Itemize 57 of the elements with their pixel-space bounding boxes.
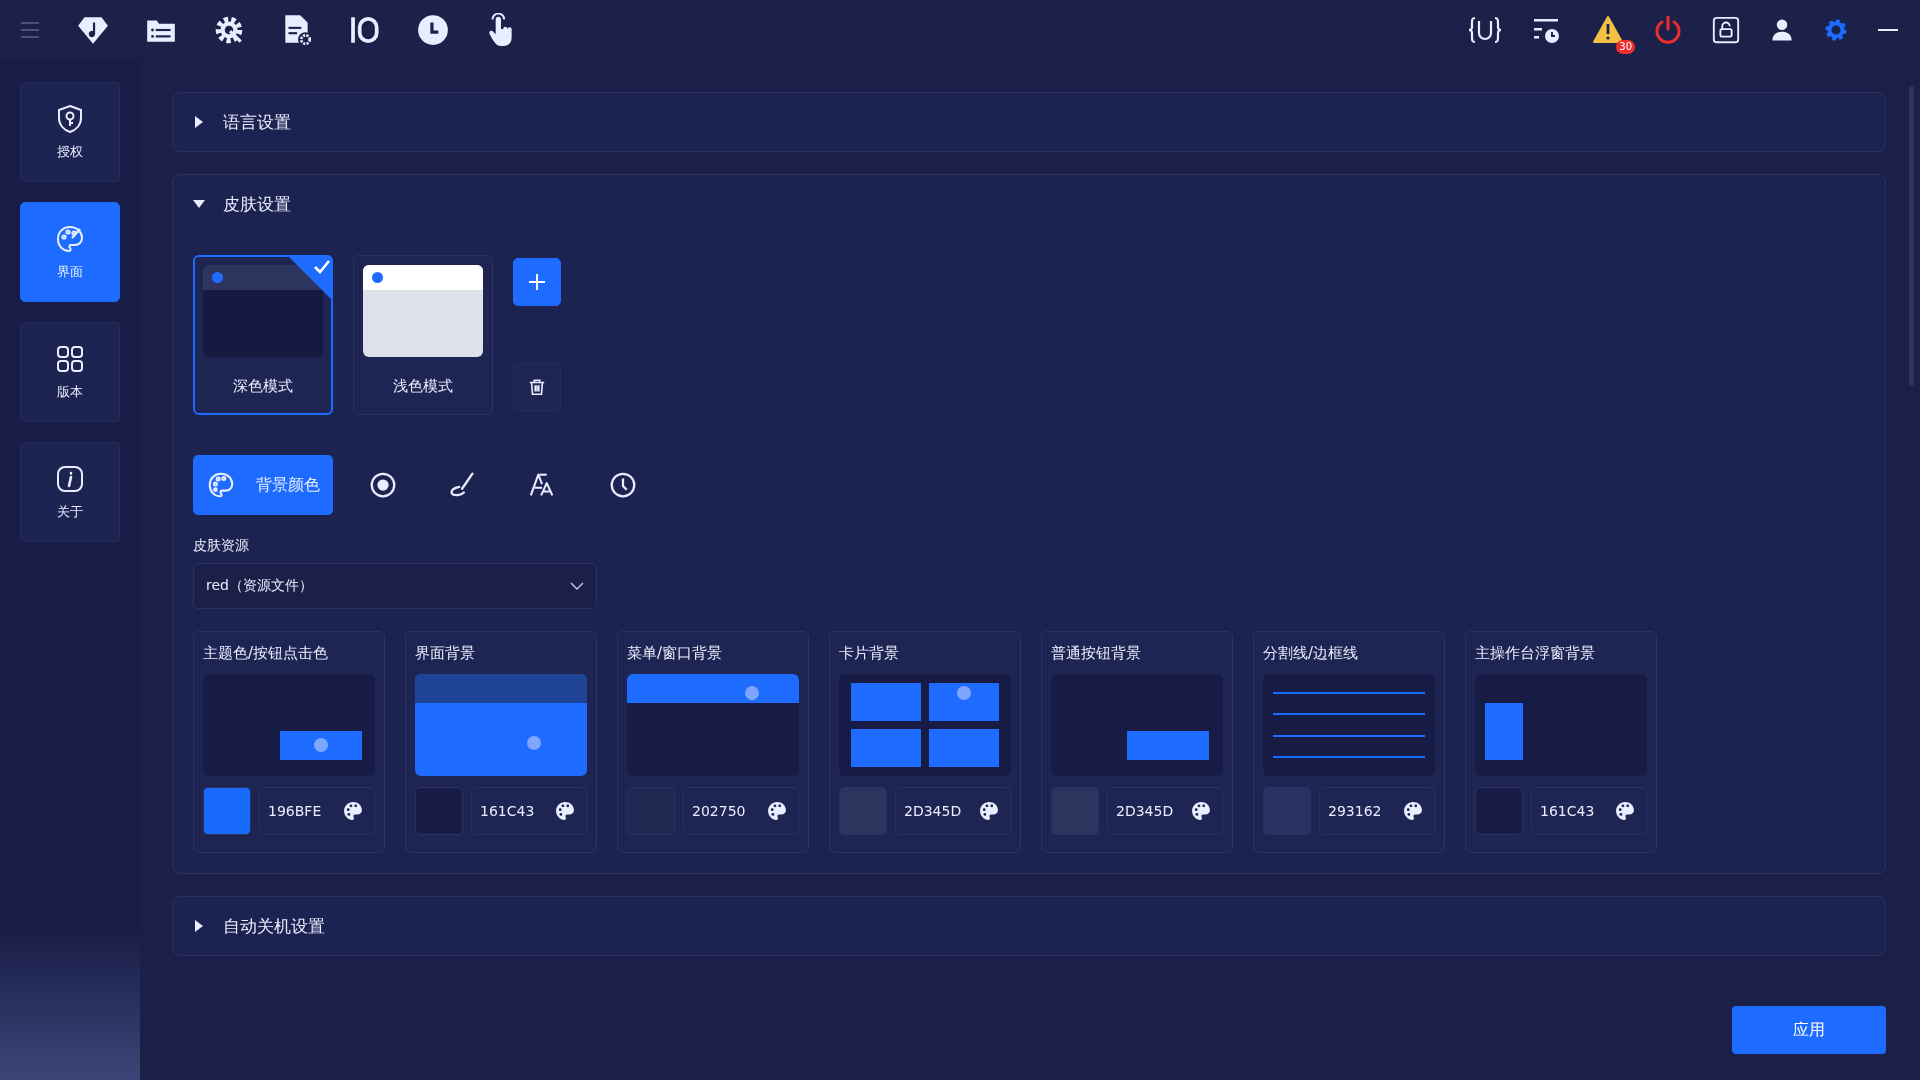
settings-icon[interactable]	[1823, 16, 1849, 43]
hex-input-field[interactable]: 161C43	[471, 787, 587, 835]
caret-icon	[193, 198, 205, 210]
palette-icon	[54, 223, 86, 255]
theme-card[interactable]: 浅色模式	[353, 255, 493, 415]
color-swatch[interactable]	[203, 787, 251, 835]
caret-icon	[193, 116, 205, 128]
palette-icon[interactable]	[1614, 800, 1636, 822]
apply-button[interactable]: 应用	[1732, 1006, 1886, 1054]
delete-button[interactable]	[513, 363, 561, 411]
palette-icon[interactable]	[1402, 800, 1424, 822]
lock-icon[interactable]	[1711, 14, 1741, 45]
palette-icon	[206, 470, 236, 500]
color-card-title: 普通按钮背景	[1051, 644, 1142, 663]
caret-icon	[193, 920, 205, 932]
color-card-title: 菜单/窗口背景	[627, 644, 724, 663]
theme-card[interactable]: 深色模式	[193, 255, 333, 415]
section-header[interactable]: 语言设置	[173, 93, 1885, 151]
clock-icon	[608, 470, 638, 500]
info-icon	[54, 463, 86, 495]
trash-icon	[528, 378, 546, 396]
palette-icon[interactable]	[342, 800, 364, 822]
clock-icon[interactable]	[416, 12, 450, 47]
sidebar-item[interactable]: 版本	[20, 322, 120, 422]
color-card-title: 主操作台浮窗背景	[1475, 644, 1596, 663]
plus-icon	[527, 272, 547, 292]
palette-icon[interactable]	[978, 800, 1000, 822]
alert-count-badge: 30	[1616, 39, 1635, 54]
check-icon	[287, 255, 333, 301]
add-button[interactable]	[513, 258, 561, 306]
sidebar-item[interactable]: 界面	[20, 202, 120, 302]
sidebar-item[interactable]: 关于	[20, 442, 120, 542]
color-swatch[interactable]	[415, 787, 463, 835]
hex-input-field[interactable]: 202750	[683, 787, 799, 835]
palette-icon[interactable]	[1190, 800, 1212, 822]
color-swatch[interactable]	[1475, 787, 1523, 835]
chevron-down-icon	[570, 582, 584, 590]
hex-input-field[interactable]: 2D345D	[895, 787, 1011, 835]
section-header[interactable]: 自动关机设置	[173, 897, 1885, 955]
palette-icon[interactable]	[766, 800, 788, 822]
hex-input-field[interactable]: 293162	[1319, 787, 1435, 835]
color-card-title: 界面背景	[415, 644, 476, 663]
hex-input-field[interactable]: 196BFE	[259, 787, 375, 835]
sidebar-item[interactable]: 授权	[20, 82, 120, 182]
palette-icon[interactable]	[554, 800, 576, 822]
color-card-title: 分割线/边框线	[1263, 644, 1360, 663]
hex-input-field[interactable]: 161C43	[1531, 787, 1647, 835]
background-color-tab[interactable]: 背景颜色	[193, 455, 333, 515]
hex-input-field[interactable]: 2D345D	[1107, 787, 1223, 835]
color-card-title: 主题色/按钮点击色	[203, 644, 330, 663]
scrollbar[interactable]	[1909, 86, 1914, 386]
grid-icon	[54, 343, 86, 375]
section-header[interactable]: 皮肤设置	[173, 175, 1885, 233]
skin-resource-dropdown[interactable]: red（资源文件）	[193, 563, 597, 609]
field-label: 皮肤资源	[193, 537, 249, 555]
color-card-title: 卡片背景	[839, 644, 900, 663]
radio-icon	[368, 470, 398, 500]
